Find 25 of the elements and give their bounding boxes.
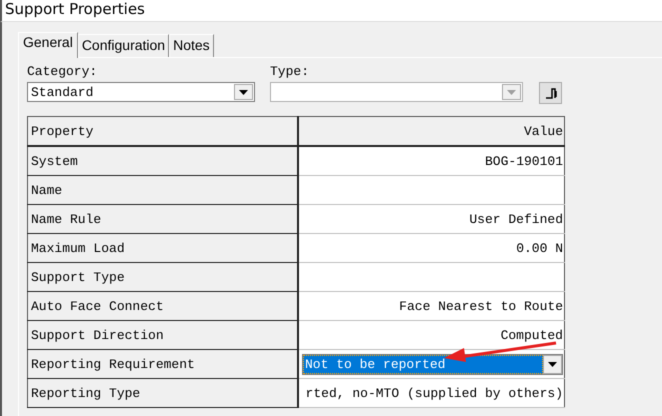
property-name: Name Rule (28, 204, 298, 234)
window-title: Support Properties (4, 0, 145, 18)
combo-box[interactable]: Standard (27, 82, 255, 102)
property-value: Computed (298, 320, 564, 350)
tab[interactable]: Configuration (78, 34, 170, 57)
property-name: Support Type (28, 262, 298, 292)
property-name: Support Direction (28, 320, 298, 350)
tab[interactable]: General (18, 32, 78, 58)
property-name: Reporting Requirement (28, 350, 298, 378)
property-name: Reporting Type (28, 378, 298, 408)
property-name: System (28, 146, 298, 176)
tab[interactable]: Notes (169, 34, 214, 57)
column-header: Value (298, 116, 564, 146)
property-name: Auto Face Connect (28, 292, 298, 320)
property-value: Face Nearest to Route (298, 292, 564, 320)
field-label: Type: (270, 64, 310, 80)
property-name: Maximum Load (28, 234, 298, 262)
property-value: BOG-190101 (298, 146, 564, 176)
property-value: rted, no-MTO (supplied by others) (298, 378, 564, 408)
column-header: Property (28, 116, 298, 146)
value-dropdown[interactable]: Not to be reported (302, 354, 563, 374)
property-value: 0.00 N (298, 234, 564, 262)
field-label: Category: (27, 64, 98, 80)
property-value: User Defined (298, 204, 564, 234)
property-name: Name (28, 176, 298, 204)
